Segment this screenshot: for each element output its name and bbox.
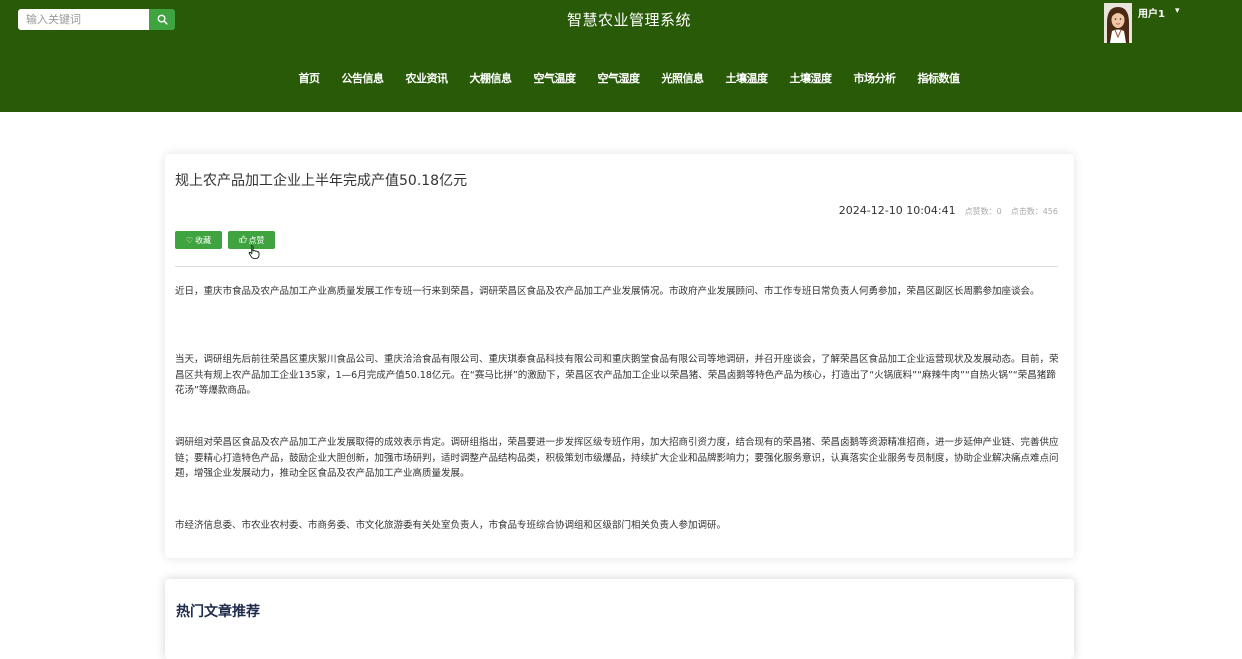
article-paragraph: 调研组对荣昌区食品及农产品加工产业发展取得的成效表示肯定。调研组指出，荣昌要进一…	[175, 437, 1059, 479]
publish-datetime: 2024-12-10 10:04:41	[838, 204, 956, 217]
user-avatar[interactable]	[1104, 3, 1132, 43]
nav-item-air-temperature[interactable]: 空气温度	[534, 70, 577, 88]
nav-item-indicators[interactable]: 指标数值	[918, 70, 961, 88]
nav-item-announcements[interactable]: 公告信息	[342, 70, 385, 88]
favorite-label: 收藏	[195, 235, 212, 245]
article-meta: 2024-12-10 10:04:41 点赞数：0 点击数：456	[839, 204, 1058, 217]
likes-value: 0	[996, 207, 1002, 216]
clicks-value: 456	[1042, 207, 1058, 216]
nav-item-soil-humidity[interactable]: 土壤湿度	[790, 70, 833, 88]
nav-item-soil-temperature[interactable]: 土壤温度	[726, 70, 769, 88]
article-title: 规上农产品加工企业上半年完成产值50.18亿元	[175, 173, 468, 189]
divider	[175, 266, 1058, 267]
top-header: 智慧农业管理系统 用户1 ▾ 首页 公告信息 农业资讯 大棚信息 空气温度 空气…	[0, 0, 1242, 112]
likes-label: 点赞数：	[964, 207, 997, 216]
favorite-button[interactable]: ♡ 收藏	[175, 231, 222, 249]
nav-item-light[interactable]: 光照信息	[662, 70, 705, 88]
hot-articles-card: 热门文章推荐	[165, 579, 1074, 659]
user-name[interactable]: 用户1	[1138, 5, 1165, 43]
clicks-count: 点击数：456	[1011, 206, 1058, 217]
user-menu[interactable]: 用户1 ▾	[1104, 3, 1180, 43]
nav-item-air-humidity[interactable]: 空气湿度	[598, 70, 641, 88]
hot-articles-title: 热门文章推荐	[176, 604, 260, 620]
article-card: 规上农产品加工企业上半年完成产值50.18亿元 2024-12-10 10:04…	[165, 154, 1074, 558]
nav-item-greenhouse[interactable]: 大棚信息	[470, 70, 513, 88]
article-paragraph: 市经济信息委、市农业农村委、市商务委、市文化旅游委有关处室负责人，市食品专班综合…	[175, 520, 727, 531]
heart-icon: ♡	[185, 235, 194, 245]
main-nav: 首页 公告信息 农业资讯 大棚信息 空气温度 空气湿度 光照信息 土壤温度 土壤…	[0, 70, 1242, 88]
like-label: 点赞	[248, 235, 265, 245]
nav-item-home[interactable]: 首页	[299, 70, 321, 88]
clicks-label: 点击数：	[1010, 207, 1043, 216]
nav-item-agri-news[interactable]: 农业资讯	[406, 70, 449, 88]
article-paragraph: 当天，调研组先后前往荣昌区重庆絮川食品公司、重庆洽洽食品有限公司、重庆琪泰食品科…	[175, 354, 1059, 396]
likes-count: 点赞数：0	[965, 206, 1002, 217]
article-paragraph: 近日，重庆市食品及农产品加工产业高质量发展工作专班一行来到荣昌，调研荣昌区食品及…	[175, 286, 1040, 297]
site-title: 智慧农业管理系统	[566, 11, 691, 29]
thumbs-up-icon	[238, 235, 247, 245]
nav-item-market-analysis[interactable]: 市场分析	[854, 70, 897, 88]
hand-cursor-icon	[248, 245, 260, 259]
chevron-down-icon[interactable]: ▾	[1175, 6, 1180, 43]
